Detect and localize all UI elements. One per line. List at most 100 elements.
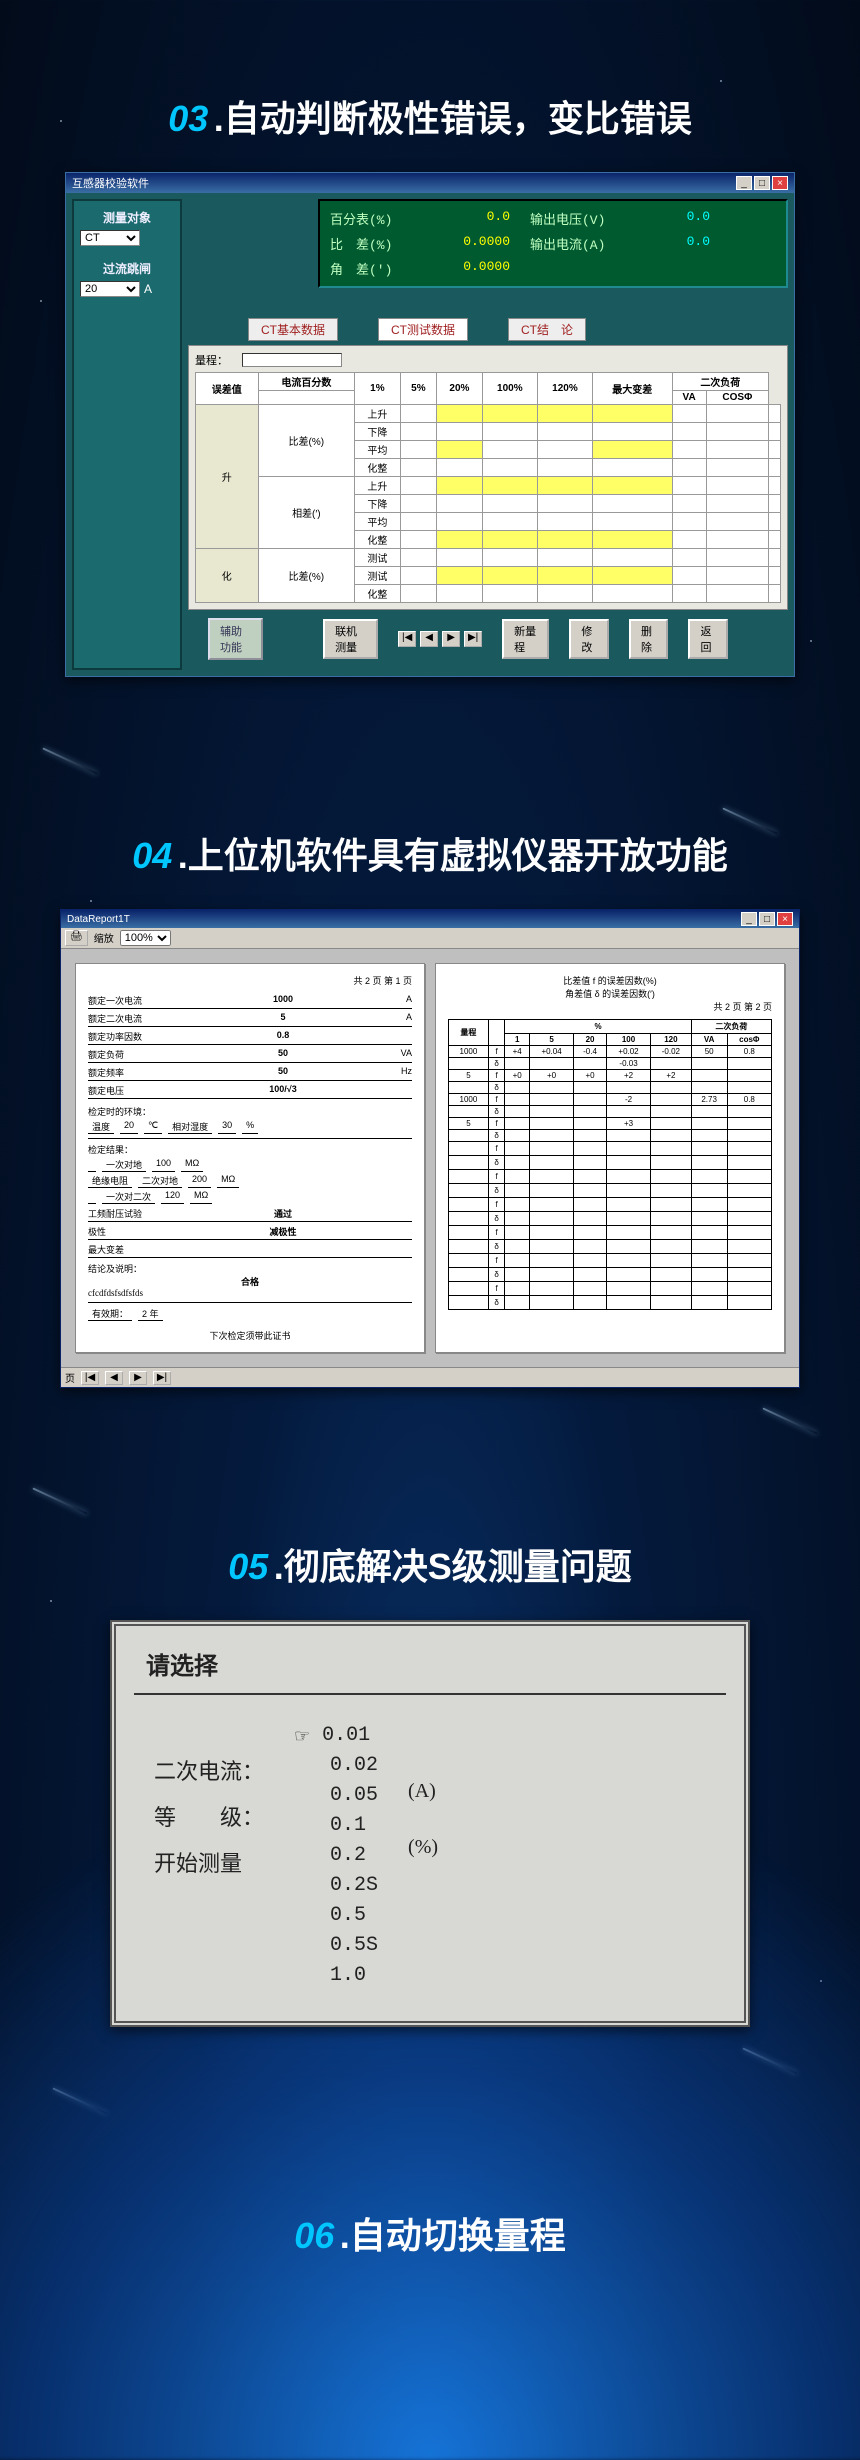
ct-test-area: 量程： 误差值 电流百分数 1%5% 20%100% 120%最大变差 二次负荷… xyxy=(188,345,788,610)
sb-prev-icon[interactable]: ◀ xyxy=(105,1371,123,1385)
pct-label: 百分表(%) xyxy=(330,209,420,228)
lcd-title: 请选择 xyxy=(134,1640,726,1687)
aux-button[interactable]: 辅助功能 xyxy=(208,618,263,660)
status-display: 百分表(%) 0.0 输出电压(V) 0.0 比 差(%) 0.0000 输出电流(A… xyxy=(318,199,788,288)
link-button[interactable]: 联机测量 xyxy=(323,619,378,659)
minimize-icon-2[interactable]: _ xyxy=(741,912,757,926)
table-row: δ xyxy=(449,1106,772,1118)
lcd-l3: 开始测量 xyxy=(154,1841,264,1887)
close-icon-2[interactable]: × xyxy=(777,912,793,926)
minimize-icon[interactable]: _ xyxy=(736,176,752,190)
trip-select[interactable]: 20 xyxy=(80,281,140,297)
page2-num: 共 2 页 第 2 页 xyxy=(448,1000,772,1013)
first-icon[interactable]: |◀ xyxy=(398,631,416,647)
table-row: f xyxy=(449,1142,772,1156)
trip-label: 过流跳闸 xyxy=(80,260,174,277)
sb-first-icon[interactable]: |◀ xyxy=(81,1371,99,1385)
measure-obj-select[interactable]: CT xyxy=(80,230,140,246)
table-row: f xyxy=(449,1198,772,1212)
ang-label: 角 差(′) xyxy=(330,259,420,278)
lcd-values[interactable]: ☞ 0.01 0.02 0.05 0.1 0.2 0.2S 0.5 0.5S 1… xyxy=(294,1709,378,1991)
table-row: δ xyxy=(449,1130,772,1142)
button-bar: 辅助功能 联机测量 |◀ ◀ ▶ ▶| 新量程 修改 删除 返回 xyxy=(188,610,788,670)
return-button[interactable]: 返回 xyxy=(688,619,728,659)
range-input[interactable] xyxy=(242,353,342,367)
section-06-title: 06.自动切换量程 xyxy=(0,2207,860,2259)
table-row: f xyxy=(449,1226,772,1240)
zoom-select[interactable]: 100% xyxy=(120,930,171,946)
ang-val: 0.0000 xyxy=(440,259,510,278)
lcd-labels: 二次电流： 等 级： 开始测量 xyxy=(154,1709,264,1991)
env-label: 检定时的环境： xyxy=(88,1105,412,1118)
group-chem: 化 xyxy=(196,549,259,603)
table-row: δ xyxy=(449,1082,772,1094)
maximize-icon-2[interactable]: □ xyxy=(759,912,775,926)
table-row: δ xyxy=(449,1240,772,1254)
report-row: 额定负荷50VA xyxy=(88,1047,412,1063)
table-row: δ xyxy=(449,1156,772,1170)
vout-label: 输出电压(V) xyxy=(530,209,640,228)
app-window-1: 互感器校验软件 _ □ × 测量对象 CT 过流跳闸 20 A xyxy=(65,172,795,677)
p2-t1: 比差值 f 的误差因数(%) xyxy=(448,974,772,987)
tab-bar: CT基本数据 CT测试数据 CT结 论 xyxy=(188,318,788,341)
th-err: 误差值 xyxy=(196,373,259,405)
table-row: 1000f+4+0.04-0.4+0.02-0.02500.8 xyxy=(449,1046,772,1058)
sb-last-icon[interactable]: ▶| xyxy=(153,1371,171,1385)
window-title-1: 互感器校验软件 xyxy=(72,175,149,191)
group-up: 升 xyxy=(196,405,259,549)
newrange-button[interactable]: 新量程 xyxy=(502,619,549,659)
last-icon[interactable]: ▶| xyxy=(464,631,482,647)
ratio-label: 比 差(%) xyxy=(330,234,420,253)
tab-test[interactable]: CT测试数据 xyxy=(378,318,468,341)
table-row: 5f+3 xyxy=(449,1118,772,1130)
titlebar-2: DataReport1T _ □ × xyxy=(61,910,799,928)
lcd-l1: 二次电流： xyxy=(154,1749,264,1795)
pages-label: 页 xyxy=(65,1370,75,1385)
table-row: δ xyxy=(449,1212,772,1226)
report-row: 额定电压100/√3 xyxy=(88,1083,412,1099)
report-table-2: 量程 %二次负荷 1520 100120 VAcosΦ 1000f+4+0.04… xyxy=(448,1019,772,1310)
iout-label: 输出电流(A) xyxy=(530,234,640,253)
lcd-units: (A) (%) xyxy=(408,1709,438,1991)
table-row: δ-0.03 xyxy=(449,1058,772,1070)
report-page-2: 比差值 f 的误差因数(%) 角差值 δ 的误差因数(′) 共 2 页 第 2 … xyxy=(435,963,785,1353)
modify-button[interactable]: 修改 xyxy=(569,619,609,659)
sb-next-icon[interactable]: ▶ xyxy=(129,1371,147,1385)
report-row: 额定频率50Hz xyxy=(88,1065,412,1081)
tab-conclusion[interactable]: CT结 论 xyxy=(508,318,586,341)
tab-basic[interactable]: CT基本数据 xyxy=(248,318,338,341)
report-row: 额定一次电流1000A xyxy=(88,993,412,1009)
p2-t2: 角差值 δ 的误差因数(′) xyxy=(448,987,772,1000)
range-label: 量程： xyxy=(195,352,228,368)
lcd-panel: 请选择 二次电流： 等 级： 开始测量 ☞ 0.01 0.02 0.05 0.1… xyxy=(110,1620,750,2027)
window-title-2: DataReport1T xyxy=(67,914,130,925)
titlebar-1: 互感器校验软件 _ □ × xyxy=(66,173,794,193)
hand-cursor-icon: ☞ xyxy=(294,1725,310,1752)
result-label: 检定结果： xyxy=(88,1143,412,1156)
section-04-title: 04.上位机软件具有虚拟仪器开放功能 xyxy=(0,827,860,879)
close-icon[interactable]: × xyxy=(772,176,788,190)
print-icon[interactable]: 🖨 xyxy=(65,930,88,946)
report-window: DataReport1T _ □ × 🖨 缩放 100% 共 2 页 第 1 页… xyxy=(60,909,800,1388)
section-03-title: 03.自动判断极性错误，变比错误 xyxy=(0,90,860,142)
lcd-l2: 等 级： xyxy=(154,1795,264,1841)
table-row: f xyxy=(449,1254,772,1268)
maximize-icon[interactable]: □ xyxy=(754,176,770,190)
report-row: 额定功率因数0.8 xyxy=(88,1029,412,1045)
next-icon[interactable]: ▶ xyxy=(442,631,460,647)
delete-button[interactable]: 删除 xyxy=(629,619,669,659)
ratio-val: 0.0000 xyxy=(440,234,510,253)
prev-icon[interactable]: ◀ xyxy=(420,631,438,647)
pct-val: 0.0 xyxy=(440,209,510,228)
table-row: f xyxy=(449,1170,772,1184)
left-panel: 测量对象 CT 过流跳闸 20 A xyxy=(72,199,182,670)
toolbar-2: 🖨 缩放 100% xyxy=(61,928,799,949)
nav-controls: |◀ ◀ ▶ ▶| xyxy=(398,631,482,647)
trip-unit: A xyxy=(144,282,152,296)
vout-val: 0.0 xyxy=(660,209,710,228)
table-row: 5f+0+0+0+2+2 xyxy=(449,1070,772,1082)
iout-val: 0.0 xyxy=(660,234,710,253)
statusbar-2: 页 |◀ ◀ ▶ ▶| xyxy=(61,1367,799,1387)
zoom-label: 缩放 xyxy=(94,930,114,946)
ct-table: 误差值 电流百分数 1%5% 20%100% 120%最大变差 二次负荷 VAC… xyxy=(195,372,781,603)
